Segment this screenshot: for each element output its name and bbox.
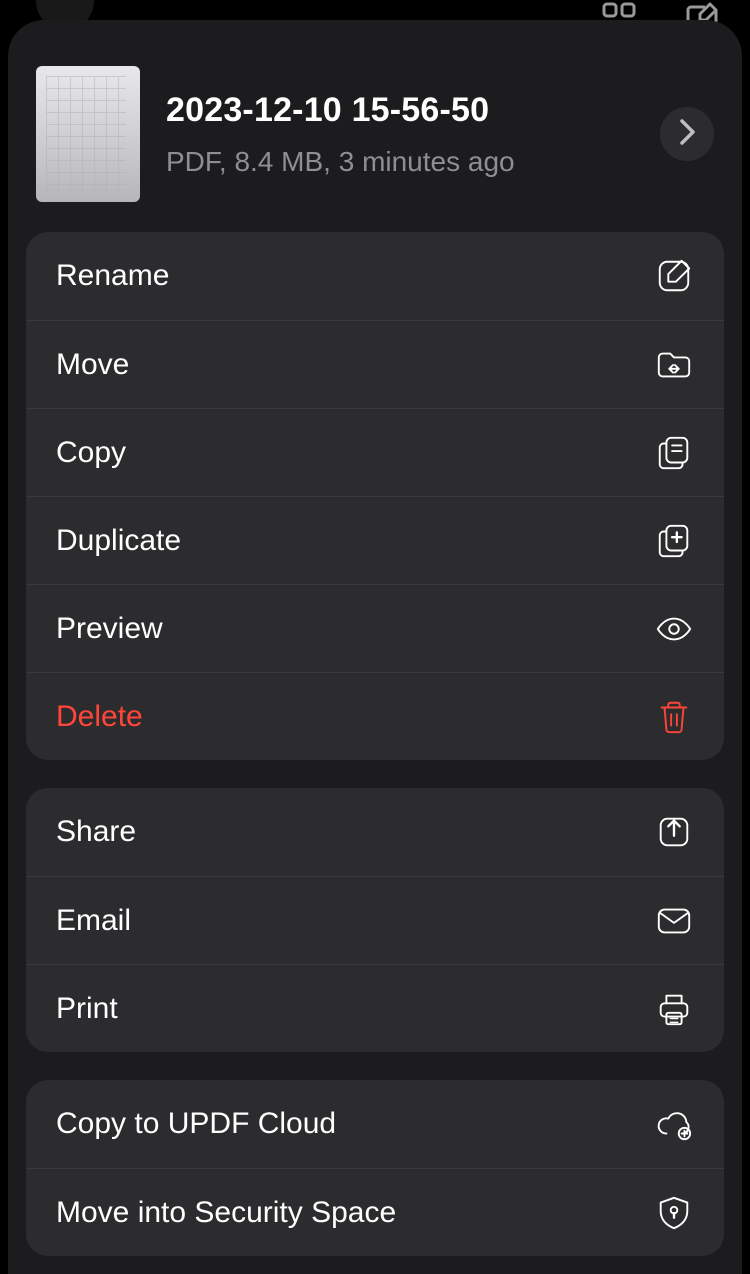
file-detail-button[interactable]	[660, 107, 714, 161]
file-title: 2023-12-10 15-56-50	[166, 91, 634, 130]
action-label: Copy	[56, 436, 126, 470]
edit-icon	[654, 256, 694, 296]
action-label: Preview	[56, 612, 163, 646]
action-group: Rename Move Copy Duplicate Preview Delete	[26, 232, 724, 760]
action-group: Share Email Print	[26, 788, 724, 1052]
action-label: Move into Security Space	[56, 1196, 396, 1230]
mail-icon	[654, 901, 694, 941]
duplicate-action[interactable]: Duplicate	[26, 496, 724, 584]
shield-icon	[654, 1193, 694, 1233]
eye-icon	[654, 609, 694, 649]
action-label: Share	[56, 815, 136, 849]
duplicate-icon	[654, 521, 694, 561]
action-label: Move	[56, 348, 129, 382]
email-action[interactable]: Email	[26, 876, 724, 964]
action-label: Copy to UPDF Cloud	[56, 1107, 336, 1141]
action-label: Delete	[56, 700, 143, 734]
action-group: Copy to UPDF Cloud Move into Security Spa…	[26, 1080, 724, 1256]
rename-action[interactable]: Rename	[26, 232, 724, 320]
action-label: Print	[56, 992, 118, 1026]
action-label: Duplicate	[56, 524, 181, 558]
chevron-right-icon	[676, 117, 698, 152]
file-subtitle: PDF, 8.4 MB, 3 minutes ago	[166, 146, 634, 178]
action-label: Rename	[56, 259, 169, 293]
action-label: Email	[56, 904, 131, 938]
action-sheet: 2023-12-10 15-56-50 PDF, 8.4 MB, 3 minut…	[8, 20, 742, 1274]
share-icon	[654, 812, 694, 852]
delete-action[interactable]: Delete	[26, 672, 724, 760]
folder-move-icon	[654, 345, 694, 385]
print-icon	[654, 989, 694, 1029]
file-thumbnail	[36, 66, 140, 202]
copy-action[interactable]: Copy	[26, 408, 724, 496]
cloud-add-icon	[654, 1104, 694, 1144]
copy-icon	[654, 433, 694, 473]
print-action[interactable]: Print	[26, 964, 724, 1052]
security-space-action[interactable]: Move into Security Space	[26, 1168, 724, 1256]
preview-action[interactable]: Preview	[26, 584, 724, 672]
share-action[interactable]: Share	[26, 788, 724, 876]
file-header[interactable]: 2023-12-10 15-56-50 PDF, 8.4 MB, 3 minut…	[8, 38, 742, 232]
move-action[interactable]: Move	[26, 320, 724, 408]
trash-icon	[654, 697, 694, 737]
copy-cloud-action[interactable]: Copy to UPDF Cloud	[26, 1080, 724, 1168]
